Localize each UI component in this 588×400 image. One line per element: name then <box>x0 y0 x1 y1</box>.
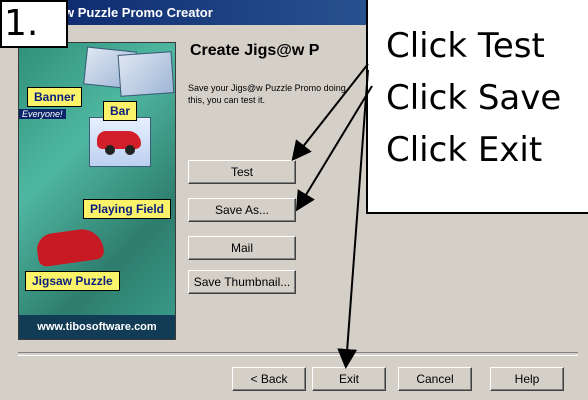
arrow-to-test <box>291 63 369 162</box>
page-description: Save your Jigs@w Puzzle Promo doing this… <box>188 83 346 105</box>
page-title: Create Jigs@w P <box>190 42 320 59</box>
test-button[interactable]: Test <box>188 160 296 184</box>
jigsaw-puzzle-tag: Jigsaw Puzzle <box>25 271 120 291</box>
window-title: w Puzzle Promo Creator <box>64 5 213 20</box>
everyone-text: Everyone! <box>19 109 66 119</box>
help-button[interactable]: Help <box>490 367 564 391</box>
callout-line-save: Click Save <box>386 78 562 118</box>
arrow-to-exit <box>337 69 369 369</box>
banner-tag: Banner <box>27 87 83 107</box>
website-label: www.tibosoftware.com <box>19 315 175 339</box>
red-car-puzzle-image <box>35 226 105 268</box>
red-car-image <box>97 131 141 155</box>
instruction-callout: Click Test Click Save Click Exit <box>366 0 588 214</box>
promo-preview-image: Banner Everyone! Bar Playing Field Jigsa… <box>18 42 176 340</box>
exit-button[interactable]: Exit <box>312 367 386 391</box>
callout-line-exit: Click Exit <box>386 130 543 170</box>
save-thumbnail-button[interactable]: Save Thumbnail... <box>188 270 296 294</box>
back-button[interactable]: < Back <box>232 367 306 391</box>
step-number: 1. <box>0 0 68 48</box>
mail-button[interactable]: Mail <box>188 236 296 260</box>
footer-separator <box>18 352 578 356</box>
save-as-button[interactable]: Save As... <box>188 198 296 222</box>
puzzle-tile-image <box>117 51 175 97</box>
bar-tag: Bar <box>103 101 138 121</box>
playing-field-tag: Playing Field <box>83 199 172 219</box>
callout-line-test: Click Test <box>386 26 545 66</box>
cancel-button[interactable]: Cancel <box>398 367 472 391</box>
